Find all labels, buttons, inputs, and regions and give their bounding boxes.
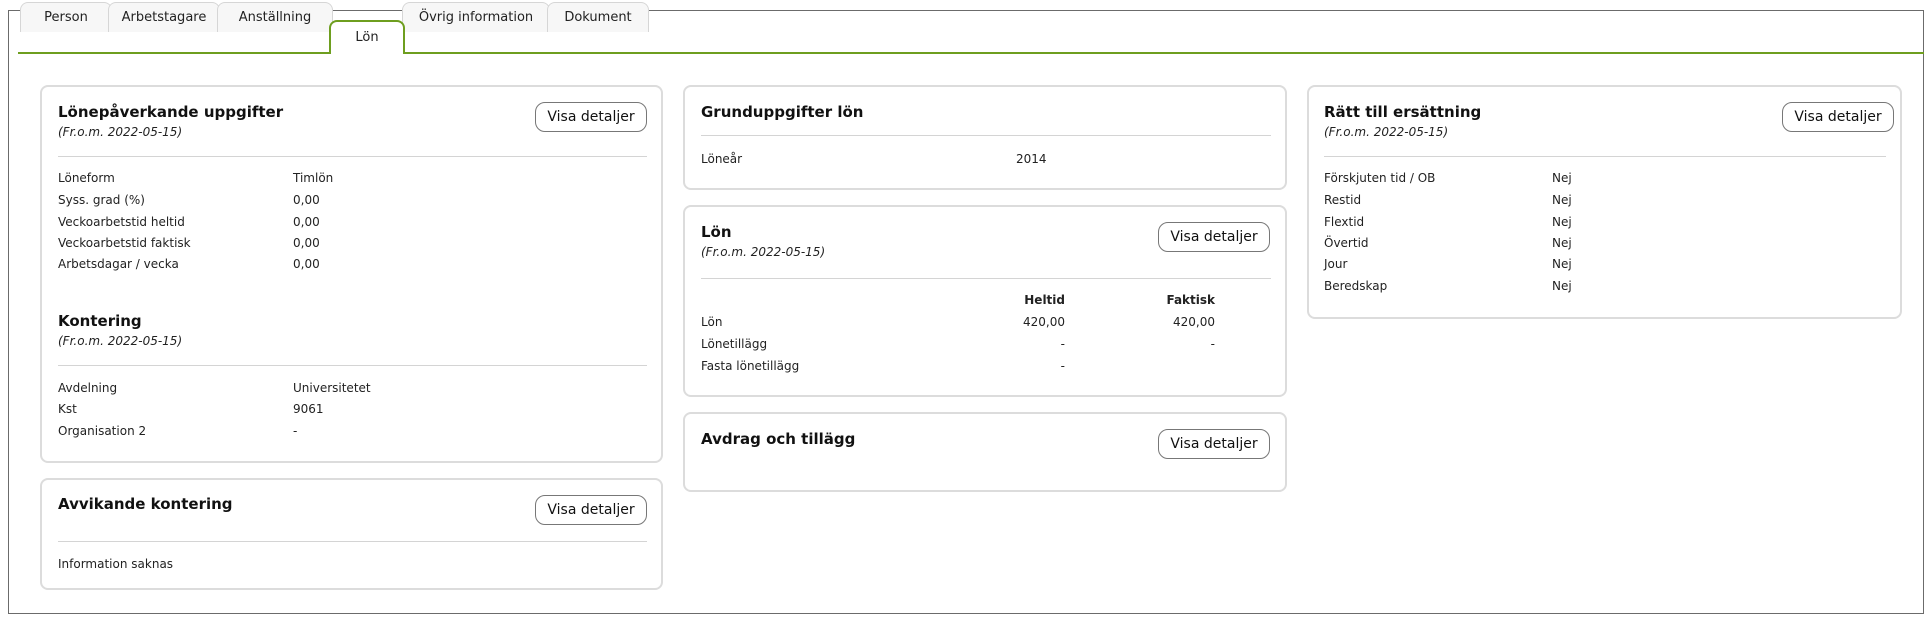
row-value: Universitetet <box>293 381 371 395</box>
divider <box>58 156 647 157</box>
card-avvikande-kontering: Avvikande kontering Visa detaljer Inform… <box>40 478 663 590</box>
card-lon: Lön (Fr.o.m. 2022-05-15) Visa detaljer H… <box>683 205 1287 397</box>
card-from-date: (Fr.o.m. 2022-05-15) <box>1324 125 1449 139</box>
card-title: Lön <box>701 223 732 241</box>
row-label: Löneår <box>701 152 743 166</box>
card-title: Lönepåverkande uppgifter <box>58 103 284 121</box>
row-label: Organisation 2 <box>58 424 147 438</box>
tab-ovrig-information[interactable]: Övrig information <box>402 2 550 32</box>
row-value: Nej <box>1552 236 1572 250</box>
row-value: 0,00 <box>293 215 320 229</box>
row-label: Förskjuten tid / OB <box>1324 171 1436 185</box>
row-value-heltid: 420,00 <box>1023 315 1065 329</box>
column-header-heltid: Heltid <box>1024 293 1065 307</box>
row-label: Syss. grad (%) <box>58 193 145 207</box>
row-label: Kst <box>58 402 77 416</box>
row-label: Beredskap <box>1324 279 1388 293</box>
card-ratt-till-ersattning: Rätt till ersättning (Fr.o.m. 2022-05-15… <box>1307 85 1902 319</box>
row-value: - <box>293 424 298 438</box>
row-label: Veckoarbetstid heltid <box>58 215 185 229</box>
row-label: Jour <box>1324 257 1348 271</box>
tab-anstallning[interactable]: Anställning <box>217 2 333 32</box>
tab-dokument[interactable]: Dokument <box>547 2 649 32</box>
row-value-faktisk: - <box>1210 337 1215 351</box>
row-label: Löneform <box>58 171 115 185</box>
tab-underline <box>18 52 1924 54</box>
visa-detaljer-button[interactable]: Visa detaljer <box>1158 429 1270 459</box>
row-value: 0,00 <box>293 236 320 250</box>
card-avdrag-och-tillagg: Avdrag och tillägg Visa detaljer <box>683 412 1287 492</box>
row-value-heltid: - <box>1060 359 1065 373</box>
row-value: 9061 <box>293 402 324 416</box>
row-label: Fasta lönetillägg <box>701 359 800 373</box>
row-value: Timlön <box>293 171 334 185</box>
row-value: Nej <box>1552 215 1572 229</box>
card-title: Rätt till ersättning <box>1324 103 1482 121</box>
visa-detaljer-button[interactable]: Visa detaljer <box>535 495 647 525</box>
row-label: Lönetillägg <box>701 337 768 351</box>
divider <box>701 278 1271 279</box>
row-label: Restid <box>1324 193 1362 207</box>
info-text: Information saknas <box>58 557 174 571</box>
row-value: Nej <box>1552 193 1572 207</box>
tab-person[interactable]: Person <box>20 2 112 32</box>
row-value-faktisk: 420,00 <box>1173 315 1215 329</box>
visa-detaljer-button[interactable]: Visa detaljer <box>1782 102 1894 132</box>
card-from-date: (Fr.o.m. 2022-05-15) <box>701 245 826 259</box>
row-value: 0,00 <box>293 257 320 271</box>
divider <box>58 365 647 366</box>
row-label: Veckoarbetstid faktisk <box>58 236 191 250</box>
card-title: Avvikande kontering <box>58 495 233 513</box>
row-label: Arbetsdagar / vecka <box>58 257 179 271</box>
visa-detaljer-button[interactable]: Visa detaljer <box>1158 222 1270 252</box>
row-label: Lön <box>701 315 723 329</box>
row-value-heltid: - <box>1060 337 1065 351</box>
visa-detaljer-button[interactable]: Visa detaljer <box>535 102 647 132</box>
card-title: Grunduppgifter lön <box>701 103 864 121</box>
divider <box>58 541 647 542</box>
row-label: Flextid <box>1324 215 1365 229</box>
card-lonepaverkande: Lönepåverkande uppgifter (Fr.o.m. 2022-0… <box>40 85 663 463</box>
card-title: Avdrag och tillägg <box>701 430 856 448</box>
card-from-date: (Fr.o.m. 2022-05-15) <box>58 125 183 139</box>
column-header-faktisk: Faktisk <box>1166 293 1215 307</box>
row-label: Övertid <box>1324 236 1369 250</box>
divider <box>701 135 1271 136</box>
card-grunduppgifter-lon: Grunduppgifter lön Löneår 2014 <box>683 85 1287 190</box>
card-from-date: (Fr.o.m. 2022-05-15) <box>58 334 183 348</box>
row-value: 2014 <box>1016 152 1047 166</box>
tab-lon[interactable]: Lön <box>329 20 405 56</box>
divider <box>1324 156 1886 157</box>
row-value: Nej <box>1552 171 1572 185</box>
tab-arbetstagare[interactable]: Arbetstagare <box>108 2 220 32</box>
section-title-kontering: Kontering <box>58 312 142 330</box>
row-value: Nej <box>1552 279 1572 293</box>
row-label: Avdelning <box>58 381 118 395</box>
row-value: Nej <box>1552 257 1572 271</box>
row-value: 0,00 <box>293 193 320 207</box>
